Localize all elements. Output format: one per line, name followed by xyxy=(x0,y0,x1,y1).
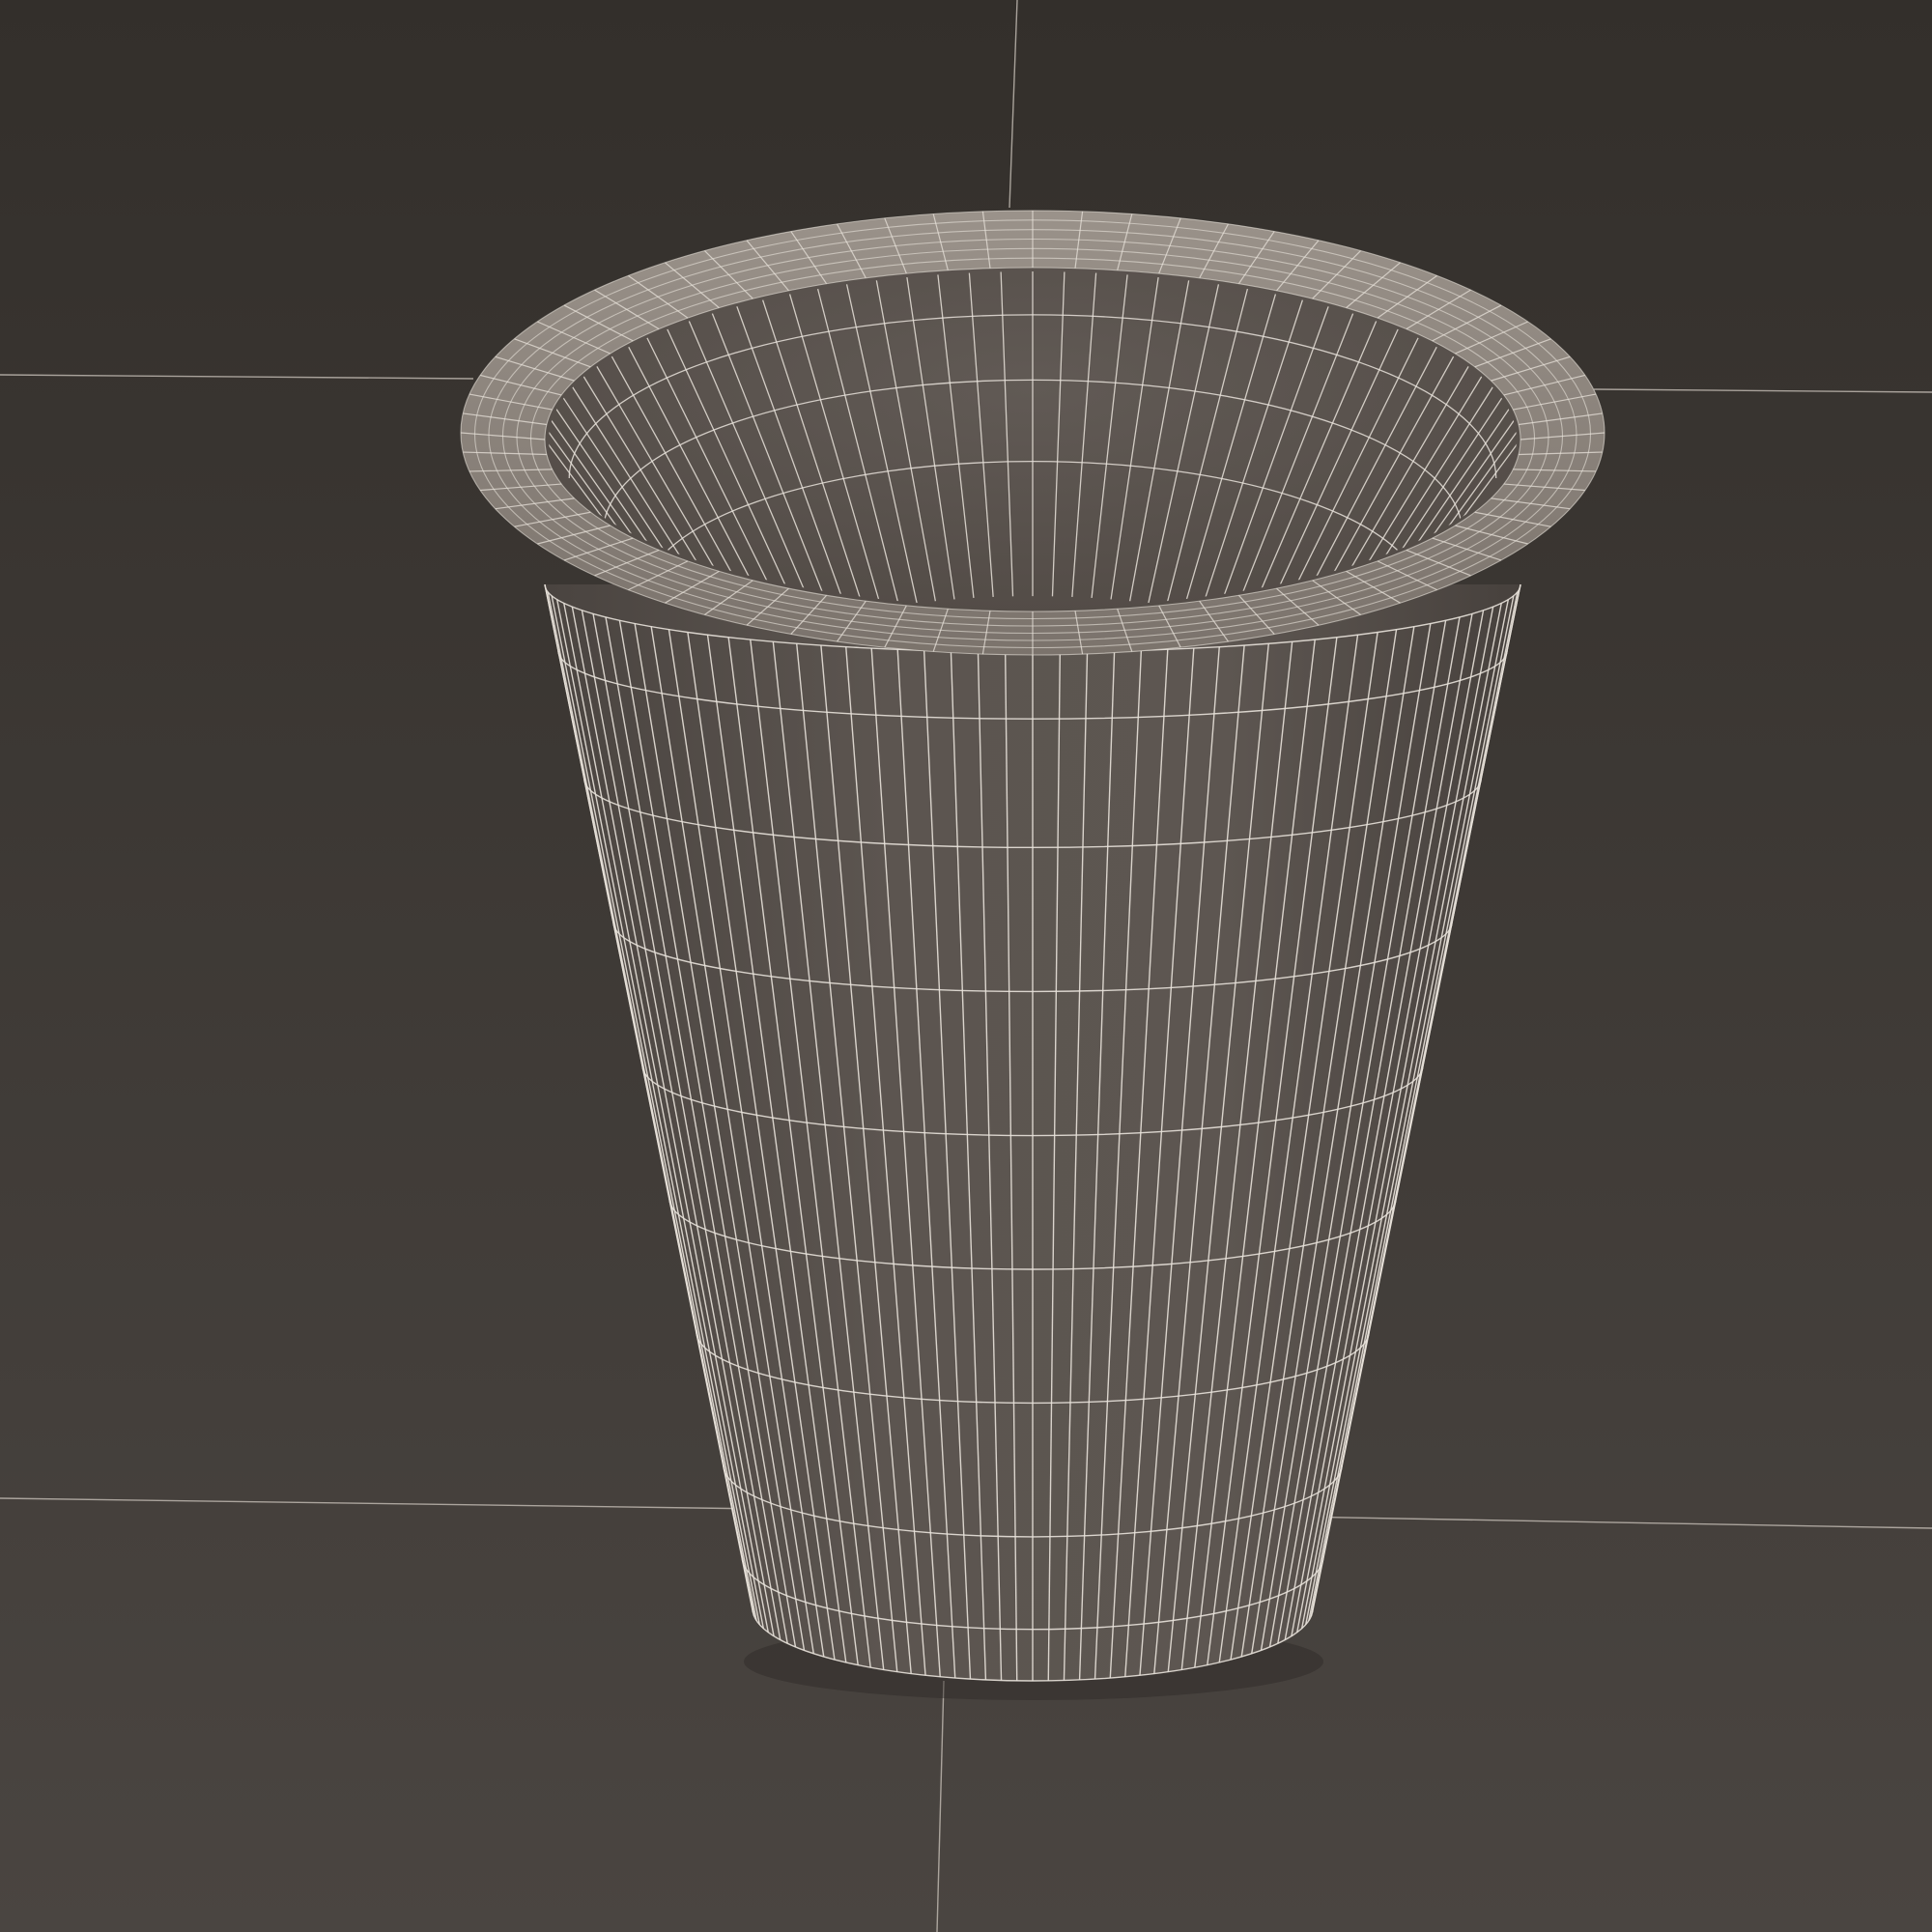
viewport xyxy=(0,0,1932,1932)
render-canvas xyxy=(0,0,1932,1932)
